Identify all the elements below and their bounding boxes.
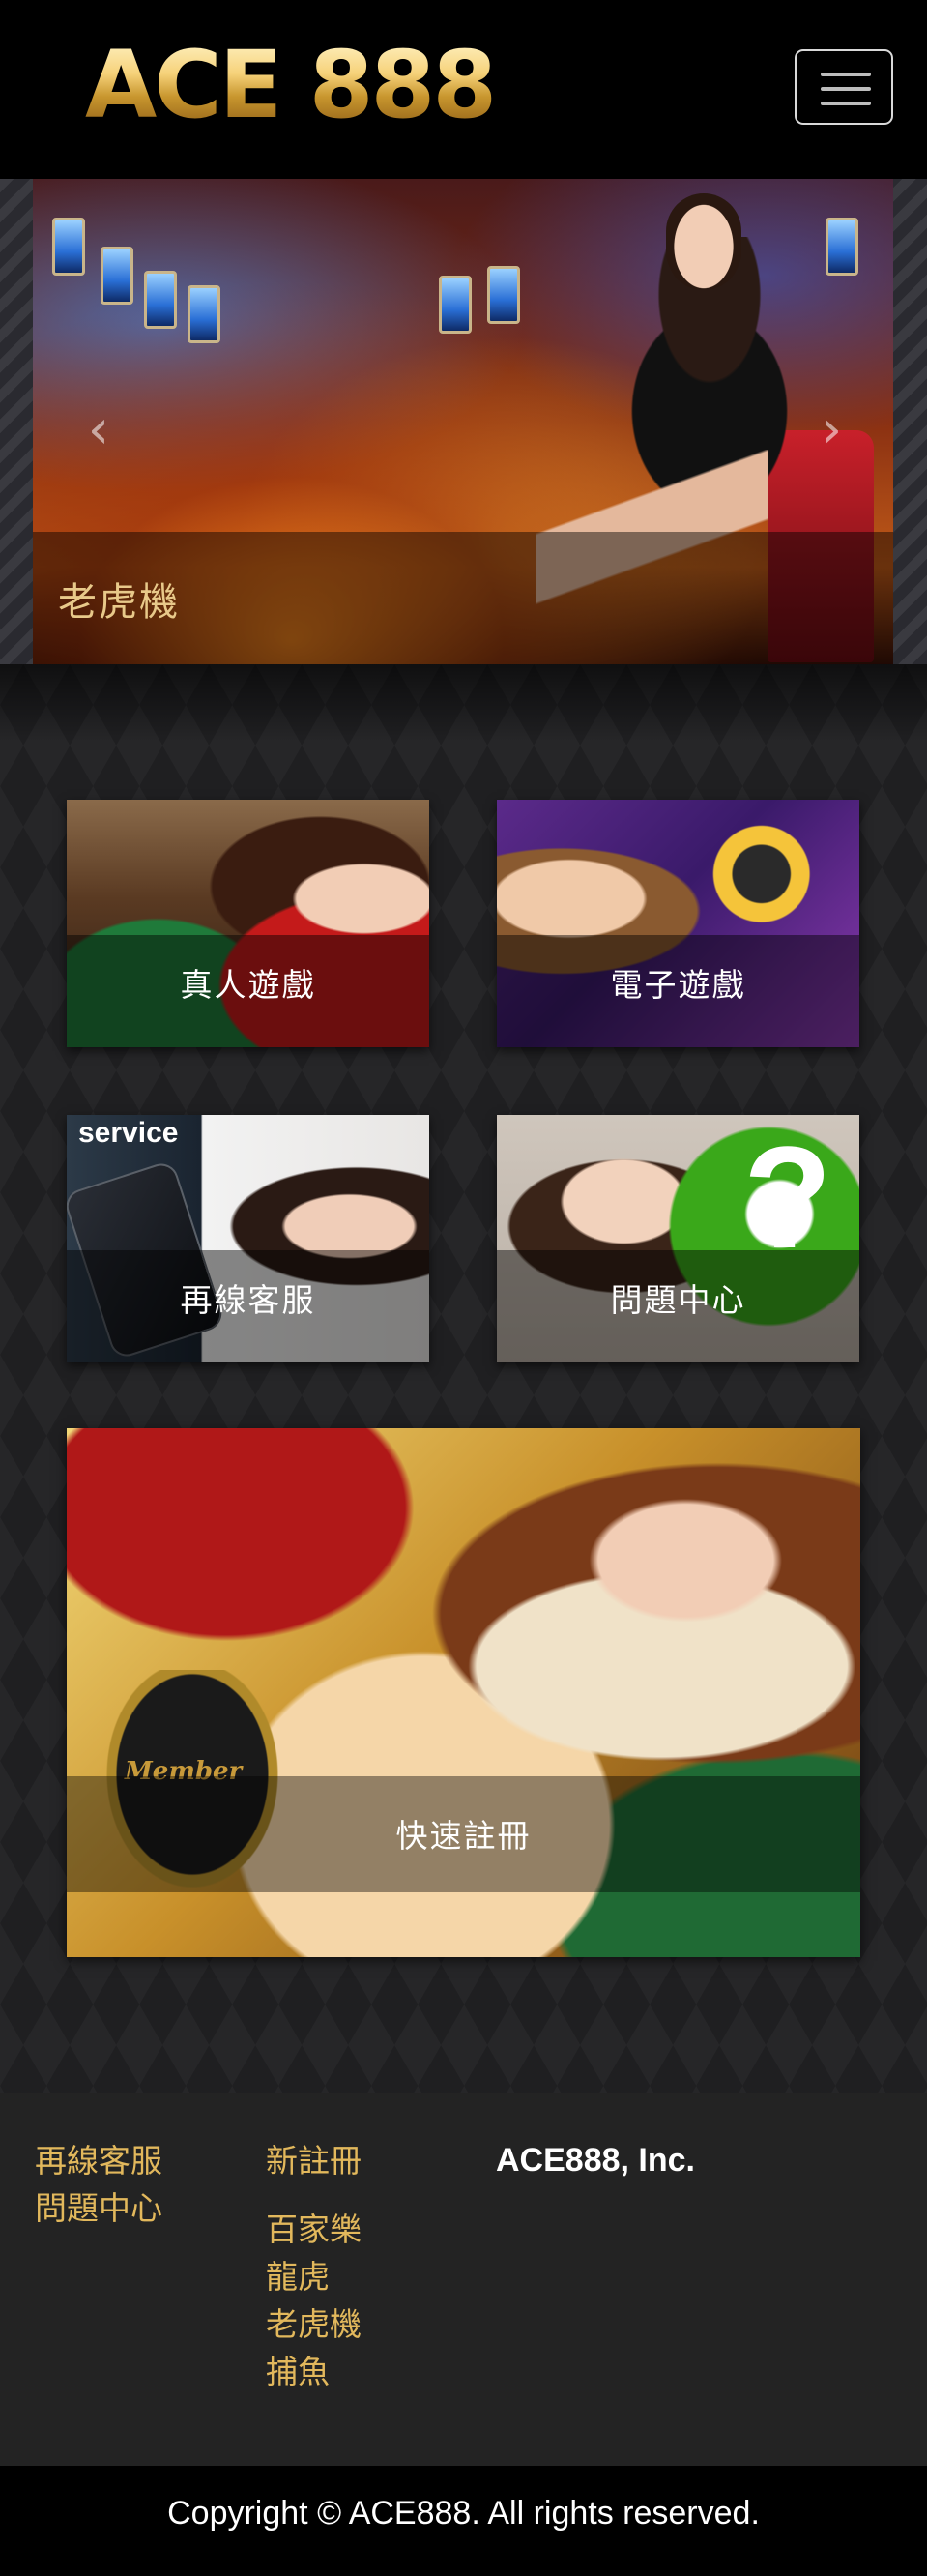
question-mark-icon: ?	[743, 1116, 832, 1278]
copyright-text: Copyright © ACE888. All rights reserved.	[167, 2495, 760, 2532]
footer-link-dragon-tiger[interactable]: 龍虎	[266, 2253, 362, 2300]
electronic-games-label: 電子遊戲	[610, 966, 746, 1004]
electronic-games-tile[interactable]: 電子遊戲	[497, 800, 859, 1047]
service-badge-text: service	[78, 1117, 179, 1149]
hamburger-menu-icon-bar	[821, 87, 871, 91]
faq-center-tile[interactable]: ? 問題中心	[497, 1115, 859, 1362]
online-service-tile[interactable]: service 再線客服	[67, 1115, 429, 1362]
main-content: 真人遊戲 電子遊戲 service 再線客服 ? 問題中心 Member 快速註…	[0, 664, 927, 2093]
footer-link-fishing[interactable]: 捕魚	[266, 2348, 362, 2395]
footer-spacer	[266, 2184, 362, 2206]
site-header: ACE 888	[0, 0, 927, 179]
faq-center-label: 問題中心	[610, 1281, 746, 1319]
hero-caption: 老虎機	[58, 580, 180, 625]
copyright-bar: Copyright © ACE888. All rights reserved.	[0, 2466, 927, 2576]
section-shade	[0, 664, 927, 742]
slot-machine-graphic	[101, 247, 133, 305]
footer-link-baccarat[interactable]: 百家樂	[266, 2206, 362, 2253]
hamburger-menu-icon	[821, 73, 871, 76]
site-footer: 再線客服 問題中心 新註冊 百家樂 龍虎 老虎機 捕魚 ACE888, Inc.	[0, 2093, 927, 2466]
footer-support-links: 再線客服 問題中心	[35, 2137, 162, 2232]
live-games-label: 真人遊戲	[180, 966, 316, 1004]
ace888-logo[interactable]: ACE 888	[85, 37, 497, 133]
chevron-left-icon[interactable]: ‹	[79, 401, 118, 459]
quick-register-label: 快速註冊	[395, 1817, 532, 1855]
live-games-tile[interactable]: 真人遊戲	[67, 800, 429, 1047]
online-service-label: 再線客服	[180, 1281, 316, 1319]
slot-machine-graphic	[439, 276, 472, 334]
slot-machine-graphic	[487, 266, 520, 324]
footer-company-name: ACE888, Inc.	[496, 2142, 695, 2179]
footer-link-register[interactable]: 新註冊	[266, 2137, 362, 2184]
footer-link-slots[interactable]: 老虎機	[266, 2300, 362, 2348]
chevron-right-icon[interactable]: ›	[812, 401, 851, 459]
footer-games-links: 新註冊 百家樂 龍虎 老虎機 捕魚	[266, 2137, 362, 2395]
hamburger-menu-icon-bar	[821, 102, 871, 105]
hamburger-menu-button[interactable]	[795, 49, 893, 125]
slot-machine-graphic	[188, 285, 220, 343]
hero-carousel: ‹ › 老虎機	[0, 179, 927, 664]
footer-link-faq-center[interactable]: 問題中心	[35, 2184, 162, 2232]
slot-machine-graphic	[144, 271, 177, 329]
quick-register-banner[interactable]: Member 快速註冊	[67, 1428, 860, 1957]
model-face-graphic	[666, 193, 741, 290]
slot-machine-graphic	[52, 218, 85, 276]
footer-link-online-service[interactable]: 再線客服	[35, 2137, 162, 2184]
